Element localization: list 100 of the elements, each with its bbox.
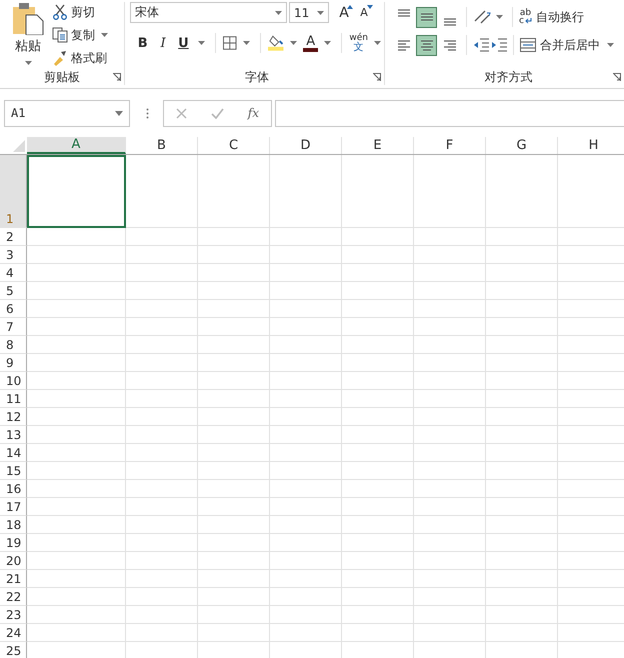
paste-button[interactable]: 粘贴	[7, 2, 49, 68]
grid-cell[interactable]	[270, 426, 342, 444]
grid-cell[interactable]	[198, 155, 270, 228]
grid-cell[interactable]	[126, 552, 198, 570]
grid-cell[interactable]	[27, 588, 126, 606]
grid-cell[interactable]	[27, 354, 126, 372]
grid-cell[interactable]	[270, 264, 342, 282]
grid-cell[interactable]	[414, 480, 486, 498]
grid-cell[interactable]	[342, 534, 414, 552]
grid-cell[interactable]	[270, 624, 342, 642]
grid-cell[interactable]	[126, 228, 198, 246]
column-header[interactable]: B	[126, 137, 198, 154]
grid-cell[interactable]	[198, 444, 270, 462]
grid-cell[interactable]	[414, 570, 486, 588]
grid-cell[interactable]	[27, 372, 126, 390]
row-header[interactable]: 25	[0, 642, 27, 658]
grow-font-button[interactable]: A	[335, 2, 353, 22]
grid-cell[interactable]	[27, 264, 126, 282]
grid-cell[interactable]	[126, 426, 198, 444]
grid-cell[interactable]	[27, 462, 126, 480]
grid-cell[interactable]	[414, 354, 486, 372]
row-header[interactable]: 1	[0, 155, 27, 228]
caret-icon[interactable]	[290, 41, 297, 45]
grid-cell[interactable]	[126, 498, 198, 516]
grid-cell[interactable]	[342, 318, 414, 336]
row-header[interactable]: 7	[0, 318, 27, 336]
grid-cell[interactable]	[414, 516, 486, 534]
caret-icon[interactable]	[198, 41, 206, 45]
grid-cell[interactable]	[198, 606, 270, 624]
grid-cell[interactable]	[198, 264, 270, 282]
grid-cell[interactable]	[342, 624, 414, 642]
row-header[interactable]: 6	[0, 300, 27, 318]
grid-cell[interactable]	[342, 246, 414, 264]
font-color-button[interactable]: A	[302, 34, 318, 52]
column-header[interactable]: E	[342, 137, 414, 154]
grid-cell[interactable]	[270, 480, 342, 498]
grid-cell[interactable]	[486, 155, 558, 228]
grid-cell[interactable]	[342, 155, 414, 228]
dialog-launcher-icon[interactable]	[113, 73, 121, 81]
grid-cell[interactable]	[486, 300, 558, 318]
grid-cell[interactable]	[342, 336, 414, 354]
grid-cell[interactable]	[414, 588, 486, 606]
grid-cell[interactable]	[27, 516, 126, 534]
underline-button[interactable]: U	[174, 33, 192, 53]
grid-cell[interactable]	[414, 606, 486, 624]
row-header[interactable]: 24	[0, 624, 27, 642]
grid-cell[interactable]	[342, 228, 414, 246]
row-header[interactable]: 14	[0, 444, 27, 462]
grid-cell[interactable]	[27, 606, 126, 624]
grid-cell[interactable]	[270, 155, 342, 228]
grid-cell[interactable]	[126, 516, 198, 534]
grid-cell[interactable]	[27, 390, 126, 408]
copy-button[interactable]: 复制	[52, 25, 111, 45]
grid-cell[interactable]	[198, 462, 270, 480]
grid-cell[interactable]	[126, 264, 198, 282]
grid-cell[interactable]	[414, 462, 486, 480]
grid-cell[interactable]	[486, 282, 558, 300]
grid-cell[interactable]	[27, 480, 126, 498]
grid-cell[interactable]	[126, 570, 198, 588]
row-header[interactable]: 20	[0, 552, 27, 570]
grid-cell[interactable]	[126, 372, 198, 390]
grid-cell[interactable]	[414, 282, 486, 300]
grid-cell[interactable]	[414, 264, 486, 282]
grid-cell[interactable]	[342, 282, 414, 300]
cut-button[interactable]: 剪切	[52, 2, 111, 22]
grid-cell[interactable]	[198, 588, 270, 606]
row-header[interactable]: 15	[0, 462, 27, 480]
grid-cell[interactable]	[198, 624, 270, 642]
grid-cell[interactable]	[486, 372, 558, 390]
grid-cell[interactable]	[342, 588, 414, 606]
column-header[interactable]: D	[270, 137, 342, 154]
grid-cell[interactable]	[342, 444, 414, 462]
grid-cell[interactable]	[486, 480, 558, 498]
row-header[interactable]: 8	[0, 336, 27, 354]
grid-cell[interactable]	[126, 624, 198, 642]
grid-cell[interactable]	[126, 480, 198, 498]
merge-center-button[interactable]: 合并后居中	[520, 36, 617, 54]
grid-cell[interactable]	[27, 624, 126, 642]
grid-cell[interactable]	[270, 606, 342, 624]
grid-cell[interactable]	[486, 264, 558, 282]
grid-cell[interactable]	[126, 300, 198, 318]
grid-cell[interactable]	[198, 408, 270, 426]
grid-cell[interactable]	[486, 336, 558, 354]
grid-cell[interactable]	[486, 228, 558, 246]
grid-cell[interactable]	[198, 246, 270, 264]
row-header[interactable]: 4	[0, 264, 27, 282]
vertical-align-button[interactable]	[416, 6, 437, 28]
grid-cell[interactable]	[486, 498, 558, 516]
grid-cell[interactable]	[270, 498, 342, 516]
grid-cell[interactable]	[342, 300, 414, 318]
grid-cell[interactable]	[27, 498, 126, 516]
grid-cell[interactable]	[342, 390, 414, 408]
grid-cell[interactable]	[486, 408, 558, 426]
grid-cell[interactable]	[126, 318, 198, 336]
check-icon[interactable]	[210, 108, 224, 118]
grid-cell[interactable]	[342, 480, 414, 498]
grid-cell[interactable]	[486, 354, 558, 372]
grid-cell[interactable]	[198, 372, 270, 390]
grid-cell[interactable]	[486, 534, 558, 552]
grid-cell[interactable]	[270, 336, 342, 354]
